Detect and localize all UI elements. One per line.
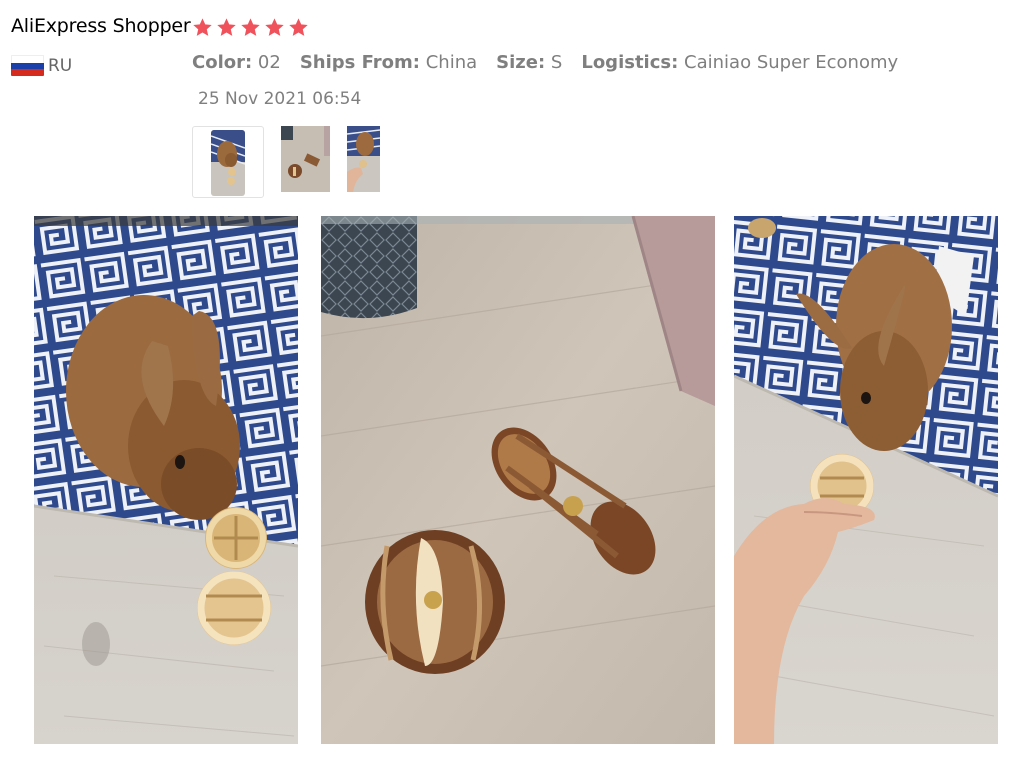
- review-photo-2[interactable]: [321, 216, 715, 744]
- thumbnail-1[interactable]: [192, 126, 264, 198]
- order-attributes: Color: 02 Ships From: China Size: S Logi…: [192, 52, 898, 73]
- attribute-color: Color: 02: [192, 52, 281, 73]
- russia-flag-icon: [11, 55, 44, 76]
- reviewer-name: AliExpress Shopper: [11, 15, 191, 37]
- rabbit-hand-thumbnail-image: [347, 126, 380, 192]
- rabbit-with-ball-held-by-hand-image: [734, 216, 998, 744]
- review-photo-gallery: [0, 216, 1024, 744]
- thumbnail-3[interactable]: [347, 126, 380, 192]
- rabbit-thumbnail-image: [211, 130, 245, 196]
- review-date: 25 Nov 2021 06:54: [198, 89, 362, 109]
- thumbnail-strip: [192, 126, 380, 198]
- country-code: RU: [48, 55, 73, 76]
- wooden-toys-on-floor-image: [321, 216, 715, 744]
- review-photo-1[interactable]: [34, 216, 298, 744]
- attribute-ships-from: Ships From: China: [299, 52, 478, 73]
- star-icon: [241, 18, 260, 36]
- review-card: AliExpress Shopper RU Color: 02 Ships Fr…: [0, 0, 1024, 768]
- star-icon: [265, 18, 284, 36]
- thumbnail-2[interactable]: [281, 126, 330, 192]
- wooden-toys-thumbnail-image: [281, 126, 330, 192]
- star-icon: [217, 18, 236, 36]
- star-icon: [289, 18, 308, 36]
- reviewer-country: RU: [11, 55, 72, 76]
- star-icon: [193, 18, 212, 36]
- attribute-size: Size: S: [496, 52, 563, 73]
- attribute-logistics: Logistics: Cainiao Super Economy: [581, 52, 899, 73]
- rabbit-with-ball-toy-image: [34, 216, 298, 744]
- review-photo-3[interactable]: [734, 216, 998, 744]
- star-rating: [192, 17, 309, 38]
